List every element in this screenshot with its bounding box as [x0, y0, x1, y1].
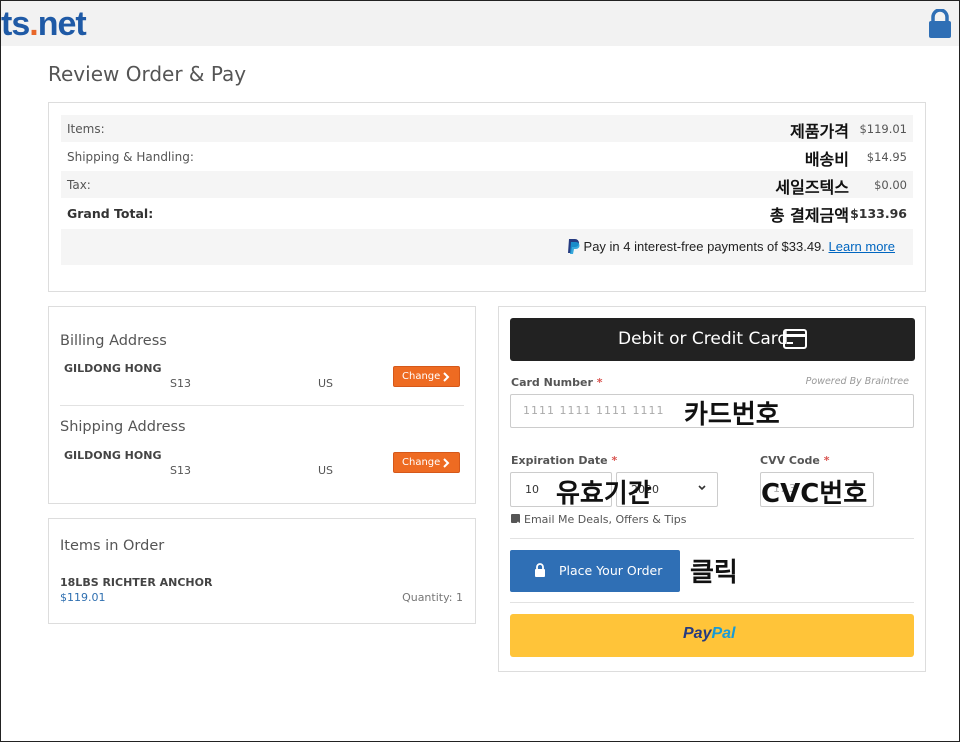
pay-later-text: Pay in 4 interest-free payments of $33.4… [583, 239, 825, 254]
paypal-pay-later-message: Pay in 4 interest-free payments of $33.4… [61, 229, 913, 265]
summary-row-tax: Tax: 세일즈텍스 $0.00 [61, 171, 913, 198]
divider [510, 602, 914, 603]
place-order-annotation: 클릭 [690, 558, 738, 588]
learn-more-link[interactable]: Learn more [829, 239, 895, 254]
credit-card-icon [783, 329, 807, 349]
shipping-address-title: Shipping Address [60, 419, 186, 435]
card-number-annotation: 카드번호 [684, 400, 780, 430]
summary-annotation: 세일즈텍스 [775, 178, 849, 197]
email-opt-in-checkbox[interactable] [511, 514, 520, 528]
billing-name: GILDONG HONG [64, 362, 162, 375]
email-opt-in-label[interactable]: Email Me Deals, Offers & Tips [524, 513, 687, 526]
summary-label: Shipping & Handling: [67, 150, 194, 164]
powered-by-braintree: Powered By Braintree [805, 376, 909, 387]
shipping-street: S13 [170, 464, 191, 477]
page-title: Review Order & Pay [48, 62, 247, 86]
billing-street: S13 [170, 377, 191, 390]
secure-lock-icon [929, 9, 951, 38]
exp-month-value: 10 [525, 483, 539, 496]
site-logo[interactable]: ts.net [1, 5, 87, 44]
summary-annotation: 제품가격 [790, 122, 849, 141]
lock-icon [535, 563, 545, 577]
chevron-right-icon [443, 372, 450, 382]
address-panel: Billing Address GILDONG HONG S13 US Chan… [48, 306, 476, 504]
summary-label: Grand Total: [67, 206, 154, 221]
shipping-country: US [318, 464, 334, 477]
place-order-label: Place Your Order [559, 563, 663, 578]
billing-address-title: Billing Address [60, 333, 167, 349]
paypal-p-icon [567, 239, 580, 254]
items-in-order-title: Items in Order [60, 538, 165, 554]
summary-label: Items: [67, 122, 105, 136]
summary-value: $133.96 [850, 206, 907, 221]
shipping-name: GILDONG HONG [64, 449, 162, 462]
chevron-down-icon [698, 485, 706, 491]
card-number-placeholder: 1111 1111 1111 1111 [523, 404, 665, 417]
cvv-code-label: CVV Code * [760, 454, 830, 467]
change-billing-button[interactable]: Change [393, 366, 460, 387]
payment-panel: Debit or Credit Card Card Number * Power… [498, 306, 926, 672]
paypal-logo: PayPal [683, 625, 736, 642]
logo-dot: . [29, 5, 39, 43]
checkmark-icon [512, 521, 520, 528]
summary-label: Tax: [67, 178, 91, 192]
summary-row-shipping: Shipping & Handling: 배송비 $14.95 [61, 143, 913, 170]
expiration-annotation: 유효기간 [556, 479, 652, 509]
items-in-order-panel: Items in Order 18LBS RICHTER ANCHOR $119… [48, 518, 476, 624]
summary-value: $14.95 [866, 150, 907, 164]
summary-row-grand-total: Grand Total: 총 결제금액 $133.96 [61, 199, 913, 226]
change-shipping-button[interactable]: Change [393, 452, 460, 473]
summary-annotation: 총 결제금액 [769, 206, 849, 225]
summary-value: $119.01 [859, 122, 907, 136]
divider [510, 538, 914, 539]
logo-text: ts [1, 5, 30, 43]
order-summary: Items: 제품가격 $119.01 Shipping & Handling:… [48, 102, 926, 292]
summary-annotation: 배송비 [804, 150, 849, 169]
cvv-annotation: CVC번호 [761, 479, 868, 509]
place-order-button[interactable]: Place Your Order [510, 550, 680, 592]
item-quantity: Quantity: 1 [402, 591, 463, 604]
logo-tld: net [37, 5, 87, 43]
billing-country: US [318, 377, 334, 390]
paypal-button[interactable]: PayPal [510, 614, 914, 657]
debit-credit-card-button[interactable]: Debit or Credit Card [510, 318, 915, 361]
change-label: Change [402, 457, 441, 468]
site-header: ts.net [1, 1, 959, 46]
change-label: Change [402, 371, 441, 382]
divider [60, 405, 464, 406]
item-price: $119.01 [60, 591, 106, 604]
card-number-label: Card Number * [511, 376, 603, 389]
card-button-label: Debit or Credit Card [618, 329, 789, 349]
summary-value: $0.00 [874, 178, 907, 192]
item-name[interactable]: 18LBS RICHTER ANCHOR [60, 576, 212, 589]
summary-row-items: Items: 제품가격 $119.01 [61, 115, 913, 142]
chevron-right-icon [443, 458, 450, 468]
expiration-date-label: Expiration Date * [511, 454, 618, 467]
